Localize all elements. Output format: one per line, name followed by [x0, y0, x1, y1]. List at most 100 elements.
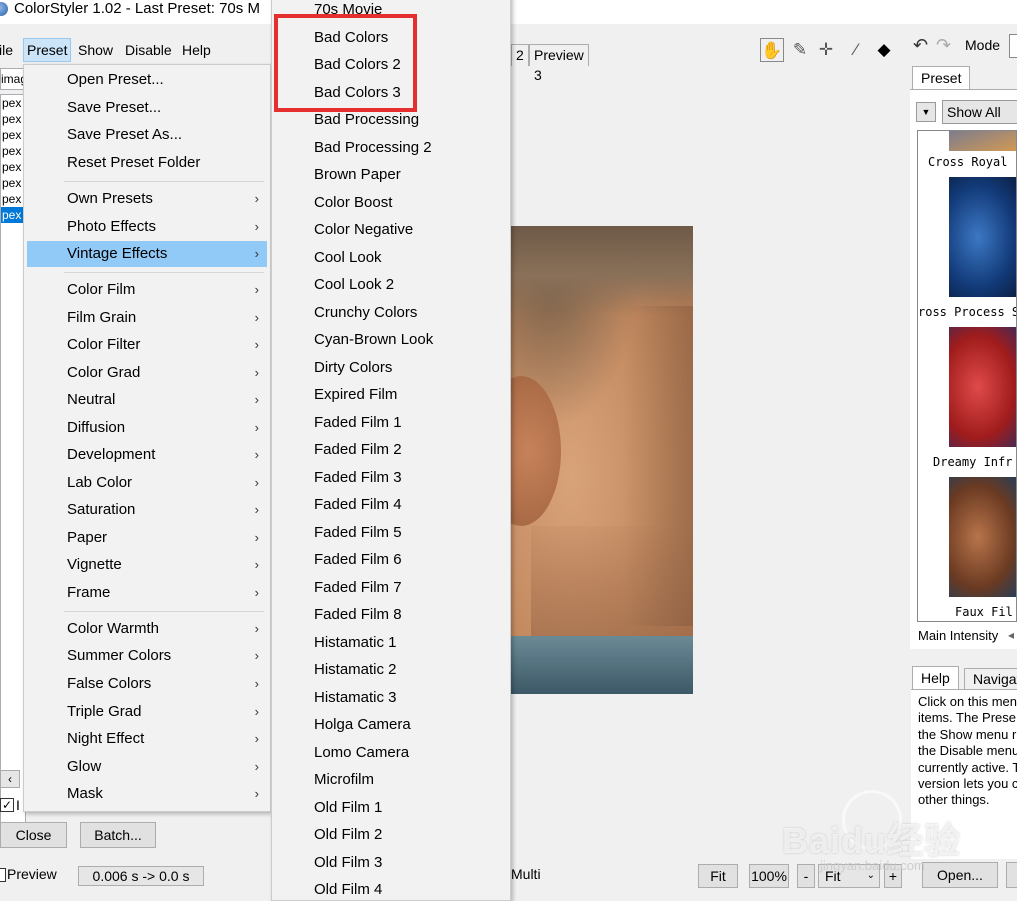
crosshair-icon[interactable]: ✛ — [814, 38, 838, 62]
menu-item-save-preset-as[interactable]: Save Preset As... — [27, 122, 267, 148]
menu-item-glow[interactable]: Glow › — [27, 754, 267, 780]
brush-icon[interactable]: ⁄ — [844, 38, 868, 62]
zoom-in-button[interactable]: + — [884, 864, 902, 888]
menu-item-summer-colors[interactable]: Summer Colors › — [27, 643, 267, 669]
include-checkbox[interactable]: ✓ — [0, 798, 14, 812]
list-item[interactable]: pex — [1, 95, 25, 111]
fit-button[interactable]: Fit — [698, 864, 738, 888]
menu-item-vintage-effects[interactable]: Vintage Effects › — [27, 241, 267, 267]
chevron-left-icon[interactable]: ◂ — [1008, 628, 1014, 642]
menu-item-frame[interactable]: Frame › — [27, 580, 267, 606]
menu-item-night-effect[interactable]: Night Effect › — [27, 726, 267, 752]
list-item[interactable]: pex — [1, 127, 25, 143]
submenu-item[interactable]: Cool Look — [272, 244, 510, 271]
menu-item-triple-grad[interactable]: Triple Grad › — [27, 699, 267, 725]
submenu-item[interactable]: Old Film 3 — [272, 849, 510, 876]
split-view-icon[interactable]: ◆ — [872, 38, 896, 62]
menu-item-color-film[interactable]: Color Film › — [27, 277, 267, 303]
thumbnail[interactable] — [949, 177, 1016, 297]
menu-item-vignette[interactable]: Vignette › — [27, 552, 267, 578]
list-item-selected[interactable]: pex — [1, 207, 25, 223]
menu-show[interactable]: Show — [75, 38, 116, 62]
menu-item-paper[interactable]: Paper › — [27, 525, 267, 551]
menu-item-diffusion[interactable]: Diffusion › — [27, 415, 267, 441]
submenu-item[interactable]: Faded Film 6 — [272, 546, 510, 573]
submenu-item[interactable]: Old Film 4 — [272, 876, 510, 900]
submenu-item[interactable]: Old Film 2 — [272, 821, 510, 848]
menu-item-false-colors[interactable]: False Colors › — [27, 671, 267, 697]
tab-preview-3[interactable]: Preview 3 — [529, 44, 589, 83]
menu-item-neutral[interactable]: Neutral › — [27, 387, 267, 413]
menu-item-development[interactable]: Development › — [27, 442, 267, 468]
submenu-item[interactable]: Dirty Colors — [272, 354, 510, 381]
submenu-item[interactable]: Faded Film 5 — [272, 519, 510, 546]
submenu-item[interactable]: Bad Processing 2 — [272, 134, 510, 161]
thumbnail[interactable] — [949, 477, 1016, 597]
submenu-item[interactable]: Faded Film 2 — [272, 436, 510, 463]
submenu-item[interactable]: Faded Film 1 — [272, 409, 510, 436]
submenu-item[interactable]: Expired Film — [272, 381, 510, 408]
menu-item-own-presets[interactable]: Own Presets › — [27, 186, 267, 212]
batch-button[interactable]: Batch... — [80, 822, 156, 848]
tab-help[interactable]: Help — [912, 666, 959, 690]
menu-preset[interactable]: Preset — [23, 38, 72, 62]
show-all-select[interactable]: Show All — [942, 100, 1017, 124]
list-item[interactable]: pex — [1, 175, 25, 191]
redo-icon[interactable]: ↷ — [936, 35, 951, 56]
open-button[interactable]: Open... — [922, 862, 998, 888]
list-item[interactable]: pex — [1, 191, 25, 207]
submenu-item[interactable]: Lomo Camera — [272, 739, 510, 766]
extra-button[interactable] — [1006, 862, 1017, 888]
menu-item-save-preset[interactable]: Save Preset... — [27, 95, 267, 121]
list-item[interactable]: pex — [1, 143, 25, 159]
close-button[interactable]: Close — [0, 822, 67, 848]
tab-preview-2[interactable]: 2 — [511, 44, 529, 66]
hand-icon[interactable]: ✋ — [760, 38, 784, 62]
zoom-100-button[interactable]: 100% — [749, 864, 789, 888]
submenu-item[interactable]: Cyan-Brown Look — [272, 326, 510, 353]
submenu-item[interactable]: Faded Film 7 — [272, 574, 510, 601]
menu-item-color-warmth[interactable]: Color Warmth › — [27, 616, 267, 642]
menu-help[interactable]: Help — [179, 38, 214, 62]
menu-file[interactable]: ile — [0, 38, 16, 62]
submenu-item[interactable]: Crunchy Colors — [272, 299, 510, 326]
submenu-item[interactable]: Faded Film 8 — [272, 601, 510, 628]
tab-preset[interactable]: Preset — [912, 66, 971, 90]
list-item[interactable]: pex — [1, 159, 25, 175]
undo-icon[interactable]: ↶ — [913, 35, 928, 56]
mode-select[interactable] — [1009, 34, 1017, 58]
submenu-item[interactable]: Old Film 1 — [272, 794, 510, 821]
menu-item-saturation[interactable]: Saturation › — [27, 497, 267, 523]
menu-item-film-grain[interactable]: Film Grain › — [27, 305, 267, 331]
menu-item-lab-color[interactable]: Lab Color › — [27, 470, 267, 496]
submenu-item[interactable]: Microfilm — [272, 766, 510, 793]
submenu-item[interactable]: Histamatic 3 — [272, 684, 510, 711]
submenu-item[interactable]: Brown Paper — [272, 161, 510, 188]
chevron-down-icon[interactable]: ▼ — [916, 102, 936, 122]
submenu-item[interactable]: Holga Camera — [272, 711, 510, 738]
scroll-left-icon[interactable]: ‹ — [0, 770, 20, 788]
eyedropper-icon[interactable]: ✎ — [788, 38, 812, 62]
preset-thumbnails[interactable]: Cross Royal ross Process S Dreamy Infr F… — [917, 130, 1017, 622]
menu-item-color-filter[interactable]: Color Filter › — [27, 332, 267, 358]
submenu-item[interactable]: Color Boost — [272, 189, 510, 216]
submenu-item[interactable]: Faded Film 3 — [272, 464, 510, 491]
thumbnail[interactable] — [949, 131, 1016, 151]
preview-checkbox[interactable] — [0, 868, 6, 882]
zoom-out-button[interactable]: - — [797, 864, 815, 888]
submenu-item[interactable]: Color Negative — [272, 216, 510, 243]
submenu-item[interactable]: Faded Film 4 — [272, 491, 510, 518]
menu-item-color-grad[interactable]: Color Grad › — [27, 360, 267, 386]
tab-navigator[interactable]: Navigat — [964, 668, 1017, 690]
submenu-item[interactable]: Cool Look 2 — [272, 271, 510, 298]
submenu-item[interactable]: Histamatic 1 — [272, 629, 510, 656]
menu-item-reset-preset-folder[interactable]: Reset Preset Folder — [27, 150, 267, 176]
menu-item-open-preset[interactable]: Open Preset... — [27, 67, 267, 93]
list-item[interactable]: pex — [1, 111, 25, 127]
menu-item-mask[interactable]: Mask › — [27, 781, 267, 807]
thumbnail[interactable] — [949, 327, 1016, 447]
menu-item-photo-effects[interactable]: Photo Effects › — [27, 214, 267, 240]
zoom-select[interactable]: Fit ⌄ — [818, 864, 880, 888]
menu-disable[interactable]: Disable — [122, 38, 175, 62]
submenu-item[interactable]: Histamatic 2 — [272, 656, 510, 683]
